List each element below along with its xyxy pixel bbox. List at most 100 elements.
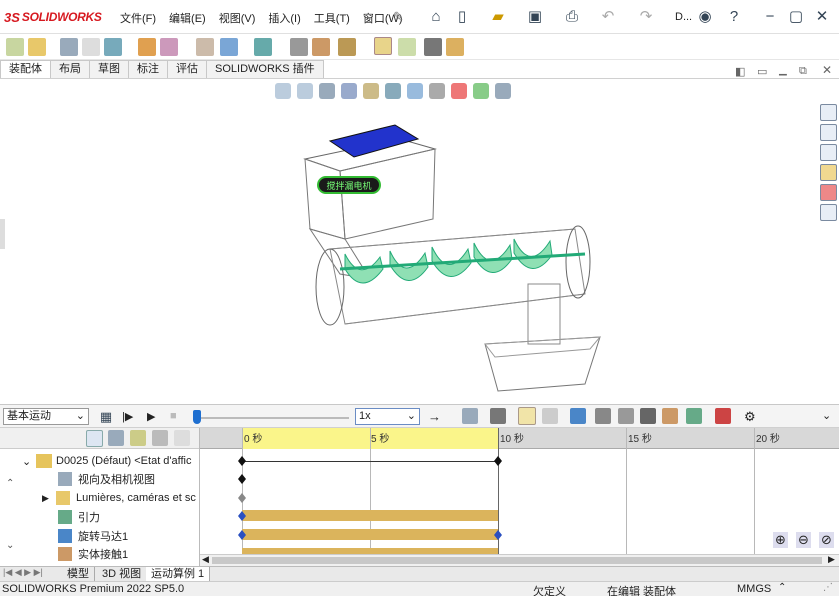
help-icon[interactable]: ?	[724, 7, 744, 27]
tab-markup[interactable]: 标注	[128, 60, 168, 78]
scroll-right-icon[interactable]: ▶	[828, 554, 835, 565]
menu-tools[interactable]: 工具(T)	[314, 10, 350, 26]
force-icon[interactable]	[640, 408, 656, 424]
resize-grip-icon[interactable]: ⋰	[823, 582, 833, 593]
tab-3d-views[interactable]: 3D 视图	[97, 567, 148, 582]
tree-scroll-down-icon[interactable]: ⌄	[6, 540, 14, 551]
minimize-icon[interactable]: −	[760, 7, 780, 27]
motor-icon[interactable]	[570, 408, 586, 424]
timeline[interactable]: 0 秒 5 秒 10 秒 15 秒 20 秒 ⊕ ⊖ ⊘	[200, 428, 839, 554]
reference-geometry-icon[interactable]	[254, 38, 272, 56]
custom-properties-icon[interactable]	[820, 204, 837, 221]
hide-show-items-icon[interactable]	[429, 83, 445, 99]
filter-selected-icon[interactable]	[130, 430, 146, 446]
damper-icon[interactable]	[618, 408, 634, 424]
edit-component-icon[interactable]	[6, 38, 24, 56]
close-icon[interactable]: ✕	[812, 7, 832, 27]
tab-nav-arrows-icon[interactable]: |◀ ◀ ▶ ▶|	[3, 567, 43, 578]
menu-file[interactable]: 文件(F)	[120, 10, 156, 26]
unit-system[interactable]: MMGS	[737, 583, 771, 595]
tab-sketch[interactable]: 草图	[89, 60, 129, 78]
display-style-icon[interactable]	[407, 83, 423, 99]
playback-slider-track[interactable]	[194, 417, 349, 419]
mate-icon[interactable]	[60, 38, 78, 56]
window-restore-icon[interactable]: ⧉	[799, 65, 807, 78]
play-icon[interactable]: ▶	[147, 410, 155, 423]
component-preview-icon[interactable]	[82, 38, 100, 56]
dynamic-annotation-icon[interactable]	[363, 83, 379, 99]
collapse-arrow-icon[interactable]: ⌄	[22, 455, 36, 468]
motion-study-properties-icon[interactable]: ⚙	[744, 409, 756, 425]
key-point[interactable]	[494, 456, 502, 466]
menu-insert[interactable]: 插入(I)	[268, 10, 300, 26]
tree-item-lights[interactable]: ▶ Lumières, caméras et sc	[0, 489, 199, 507]
contact-icon[interactable]	[662, 408, 678, 424]
key-point[interactable]	[238, 493, 246, 503]
autokey-icon[interactable]	[518, 407, 536, 425]
play-from-start-icon[interactable]: |▶	[122, 410, 133, 423]
new-document-icon[interactable]: ▯	[452, 7, 472, 27]
update-speedpak-icon[interactable]	[398, 38, 416, 56]
scroll-thumb[interactable]	[212, 557, 822, 564]
filter-results-icon[interactable]	[152, 430, 168, 446]
key-point[interactable]	[238, 456, 246, 466]
zoom-to-fit-icon[interactable]	[275, 83, 291, 99]
key-point[interactable]	[494, 530, 502, 540]
gravity-icon[interactable]	[686, 408, 702, 424]
collapse-motion-manager-icon[interactable]: ⌄	[822, 409, 831, 422]
playback-speed-select[interactable]: 1x ⌄	[355, 408, 420, 425]
study-type-select[interactable]: 基本运动 ⌄	[3, 408, 89, 425]
window-close-icon[interactable]: ✕	[822, 63, 832, 77]
spring-icon[interactable]	[595, 408, 611, 424]
tree-item-motor[interactable]: 旋转马达1	[0, 527, 199, 545]
timeline-scrollbar[interactable]: ◀ ▶	[200, 554, 839, 566]
menu-view[interactable]: 视图(V)	[219, 10, 256, 26]
view-orientation-icon[interactable]	[385, 83, 401, 99]
menu-edit[interactable]: 编辑(E)	[169, 10, 206, 26]
key-point[interactable]	[238, 511, 246, 521]
filter-driving-icon[interactable]	[108, 430, 124, 446]
tab-evaluate[interactable]: 评估	[167, 60, 207, 78]
save-animation-icon[interactable]	[462, 408, 478, 424]
playback-mode-icon[interactable]: →	[428, 409, 441, 424]
section-view-icon[interactable]	[341, 83, 357, 99]
tree-scroll-up-icon[interactable]: ⌃	[6, 478, 14, 489]
linear-pattern-icon[interactable]	[104, 38, 122, 56]
tab-motion-study-1[interactable]: 运动算例 1	[146, 567, 211, 582]
zoom-out-timeline-icon[interactable]: ⊖	[796, 532, 811, 548]
key-point[interactable]	[238, 530, 246, 540]
tree-item-contact[interactable]: 实体接触1	[0, 545, 199, 563]
move-component-icon[interactable]	[160, 38, 178, 56]
undo-icon[interactable]: ↶	[598, 7, 618, 27]
show-hidden-icon[interactable]	[196, 38, 214, 56]
scroll-left-icon[interactable]: ◀	[202, 554, 209, 565]
key-point[interactable]	[238, 474, 246, 484]
add-key-icon[interactable]	[542, 408, 558, 424]
solidworks-logo[interactable]: 3S SOLIDWORKS	[4, 8, 102, 26]
window-minimize-icon[interactable]: ▁	[779, 65, 787, 76]
user-account-icon[interactable]: ◉	[695, 7, 715, 27]
large-assembly-icon[interactable]	[446, 38, 464, 56]
maximize-icon[interactable]: ▢	[786, 7, 806, 27]
smart-fasteners-icon[interactable]	[138, 38, 156, 56]
apply-scene-icon[interactable]	[473, 83, 489, 99]
tree-item-gravity[interactable]: 引力	[0, 508, 199, 526]
graphics-area[interactable]: 搅拌漏电机	[0, 78, 839, 404]
tab-assembly[interactable]: 装配体	[0, 60, 51, 78]
zoom-area-icon[interactable]	[297, 83, 313, 99]
results-plots-icon[interactable]	[715, 408, 731, 424]
animation-wizard-icon[interactable]	[490, 408, 506, 424]
assembly-features-icon[interactable]	[220, 38, 238, 56]
zoom-to-fit-timeline-icon[interactable]: ⊘	[819, 532, 834, 548]
take-snapshot-icon[interactable]	[424, 38, 442, 56]
restore-view-icon[interactable]: ▭	[757, 65, 767, 78]
side-panel-handle[interactable]	[0, 219, 5, 249]
solidworks-resources-icon[interactable]	[820, 104, 837, 121]
appearances-icon[interactable]	[820, 184, 837, 201]
previous-view-icon[interactable]	[319, 83, 335, 99]
tab-model[interactable]: 模型	[62, 567, 95, 582]
view-settings-icon[interactable]	[495, 83, 511, 99]
save-icon[interactable]: ▣	[525, 7, 545, 27]
file-explorer-icon[interactable]	[820, 144, 837, 161]
edit-appearance-icon[interactable]	[451, 83, 467, 99]
